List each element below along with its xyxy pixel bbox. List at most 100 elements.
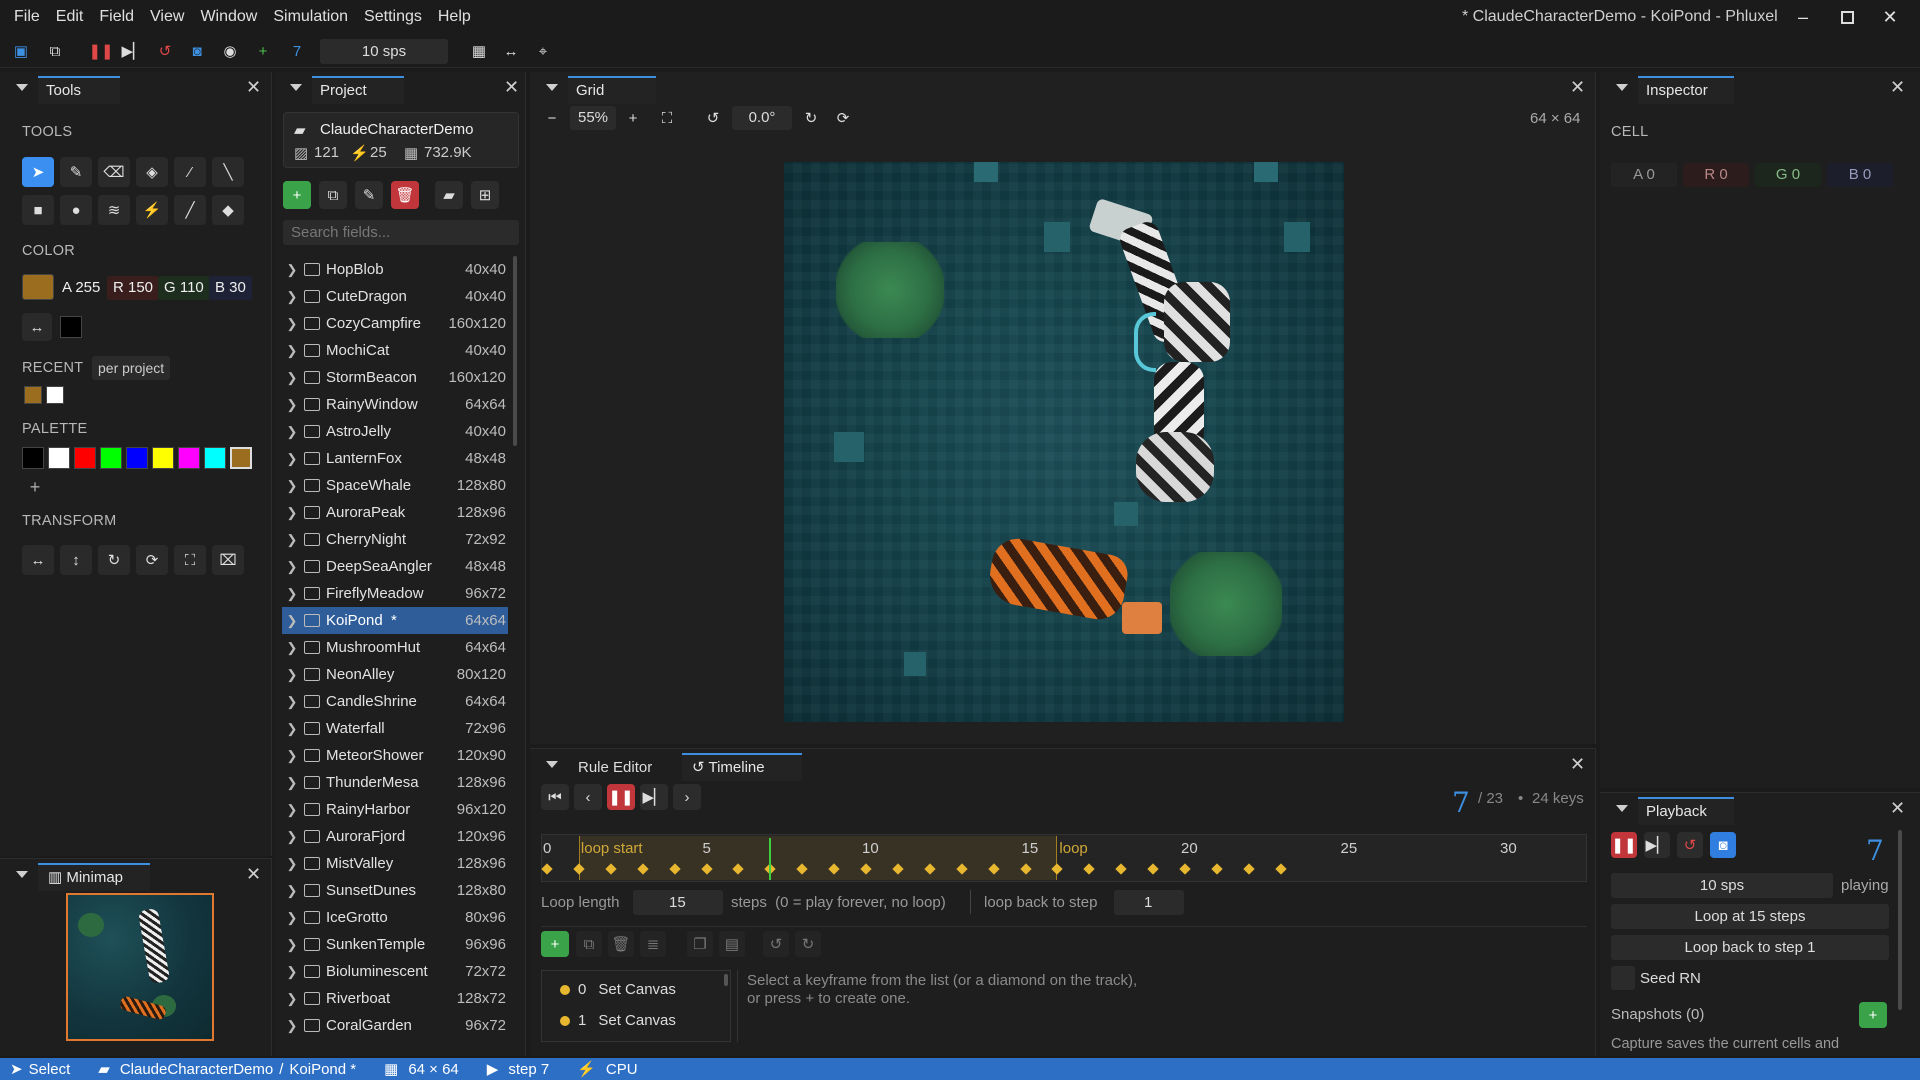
rotate-left-icon[interactable]: ↺ [702,107,724,129]
menu-simulation[interactable]: Simulation [265,8,356,26]
first-step-icon[interactable]: ⏮ [541,784,569,810]
palette-black[interactable] [22,447,44,469]
playhead[interactable] [769,838,772,880]
rotate-both-icon[interactable]: ⟳ [136,545,168,575]
eyedropper-tool-icon[interactable]: ⁄ [174,157,206,187]
palette-magenta[interactable] [178,447,200,469]
playback-step-icon[interactable]: ▶▏ [1644,832,1670,858]
red-value[interactable]: R 150 [107,276,160,300]
loop-region[interactable] [578,836,1058,880]
loop-length-input[interactable]: 15 [633,890,723,915]
fit-width-icon[interactable]: ↔ [500,40,522,62]
close-icon[interactable]: ✕ [1890,798,1905,819]
field-list-item[interactable]: ❯ FireflyMeadow 96x72 [282,580,508,607]
playback-tab[interactable]: Playback [1638,797,1734,825]
palette-blue[interactable] [126,447,148,469]
field-list-item[interactable]: ❯ HopBlob 40x40 [282,256,508,283]
chevron-right-icon[interactable]: ❯ [282,775,302,791]
chevron-right-icon[interactable]: ❯ [282,694,302,710]
layers-icon[interactable]: ≣ [640,931,666,957]
field-list-item[interactable]: ❯ CozyCampfire 160x120 [282,310,508,337]
undo-icon[interactable]: ↺ [763,931,789,957]
collapse-icon[interactable] [16,84,28,91]
close-icon[interactable]: ✕ [246,77,261,98]
menu-file[interactable]: File [6,8,48,26]
keyframe-item[interactable]: 1 Set Canvas [560,1012,676,1029]
field-list-item[interactable]: ❯ MushroomHut 64x64 [282,634,508,661]
save-all-icon[interactable]: ⧉ [44,40,66,62]
chevron-right-icon[interactable]: ❯ [282,937,302,953]
collapse-icon[interactable] [16,871,28,878]
field-list-item[interactable]: ❯ CherryNight 72x92 [282,526,508,553]
recent-color-1[interactable] [24,386,42,404]
field-list-item[interactable]: ❯ NeonAlley 80x120 [282,661,508,688]
chevron-right-icon[interactable]: ❯ [282,262,302,278]
collapse-icon[interactable] [290,84,302,91]
field-list-item[interactable]: ❯ SunsetDunes 128x80 [282,877,508,904]
add-palette-color-icon[interactable]: + [24,476,46,498]
close-icon[interactable]: ✕ [504,77,519,98]
wind-tool-icon[interactable]: ≋ [98,195,130,225]
delete-keyframe-icon[interactable]: 🗑 [608,931,634,957]
chevron-right-icon[interactable]: ❯ [282,1018,302,1034]
zoom-in-icon[interactable]: + [622,107,644,129]
collapse-icon[interactable] [1616,84,1628,91]
chevron-right-icon[interactable]: ❯ [282,748,302,764]
reset-icon[interactable]: ↺ [154,40,176,62]
field-list-item[interactable]: ❯ StormBeacon 160x120 [282,364,508,391]
chevron-right-icon[interactable]: ❯ [282,856,302,872]
chevron-right-icon[interactable]: ❯ [282,505,302,521]
add-snapshot-button[interactable]: + [1859,1002,1887,1028]
chevron-right-icon[interactable]: ❯ [282,613,302,629]
palette-red[interactable] [74,447,96,469]
copy-icon[interactable]: ❐ [687,931,713,957]
duplicate-field-icon[interactable]: ⧉ [319,181,347,209]
chevron-right-icon[interactable]: ❯ [282,559,302,575]
palette-white[interactable] [48,447,70,469]
pause-icon[interactable]: ❚❚ [88,40,113,62]
collapse-icon[interactable] [546,84,558,91]
field-list-item[interactable]: ❯ DeepSeaAngler 48x48 [282,553,508,580]
speed-field[interactable]: 10 sps [320,39,448,64]
menu-edit[interactable]: Edit [48,8,92,26]
collapse-icon[interactable] [1616,805,1628,812]
chevron-right-icon[interactable]: ❯ [282,829,302,845]
loop-back-button[interactable]: Loop back to step 1 [1611,935,1889,960]
chevron-right-icon[interactable]: ❯ [282,451,302,467]
palette-green[interactable] [100,447,122,469]
chevron-right-icon[interactable]: ❯ [282,667,302,683]
project-scrollbar[interactable] [513,256,517,446]
zoom-field[interactable]: 55% [570,106,616,130]
delete-field-icon[interactable]: 🗑 [391,181,419,209]
grid-tab[interactable]: Grid [568,76,656,104]
chevron-right-icon[interactable]: ❯ [282,316,302,332]
palette-yellow[interactable] [152,447,174,469]
field-list-item[interactable]: ❯ Riverboat 128x72 [282,985,508,1012]
collapse-icon[interactable] [546,761,558,768]
green-value[interactable]: G 110 [158,276,210,300]
field-list-item[interactable]: ❯ LanternFox 48x48 [282,445,508,472]
close-icon[interactable]: ✕ [246,864,261,885]
playback-pause-icon[interactable]: ❚❚ [1611,832,1637,858]
field-list-item[interactable]: ❯ Waterfall 72x96 [282,715,508,742]
crop-icon[interactable]: ⌧ [212,545,244,575]
rectangle-tool-icon[interactable]: ■ [22,195,54,225]
prev-step-icon[interactable]: ‹ [574,784,602,810]
close-window-button[interactable]: ✕ [1877,5,1903,29]
minimap-tab[interactable]: ▥ Minimap [38,863,150,891]
save-icon[interactable]: ▣ [10,40,32,62]
tools-tab[interactable]: Tools [38,76,120,104]
next-step-icon[interactable]: › [673,784,701,810]
playback-scrollbar[interactable] [1898,830,1902,1010]
seed-checkbox[interactable] [1611,966,1635,990]
project-card[interactable]: ▰ ClaudeCharacterDemo ▨ 121 ⚡ 25 ▦ 732.9… [283,112,519,168]
duplicate-keyframe-icon[interactable]: ⧉ [576,931,602,957]
pause-playback-icon[interactable]: ❚❚ [607,784,635,810]
step-forward-icon[interactable]: ▶▏ [640,784,668,810]
search-fields-input[interactable]: Search fields... [283,220,519,245]
rotate-icon[interactable]: ↻ [98,545,130,575]
swap-colors-icon[interactable]: ↔ [22,313,52,341]
chevron-right-icon[interactable]: ❯ [282,802,302,818]
field-list-item[interactable]: ❯ MeteorShower 120x90 [282,742,508,769]
chevron-right-icon[interactable]: ❯ [282,397,302,413]
